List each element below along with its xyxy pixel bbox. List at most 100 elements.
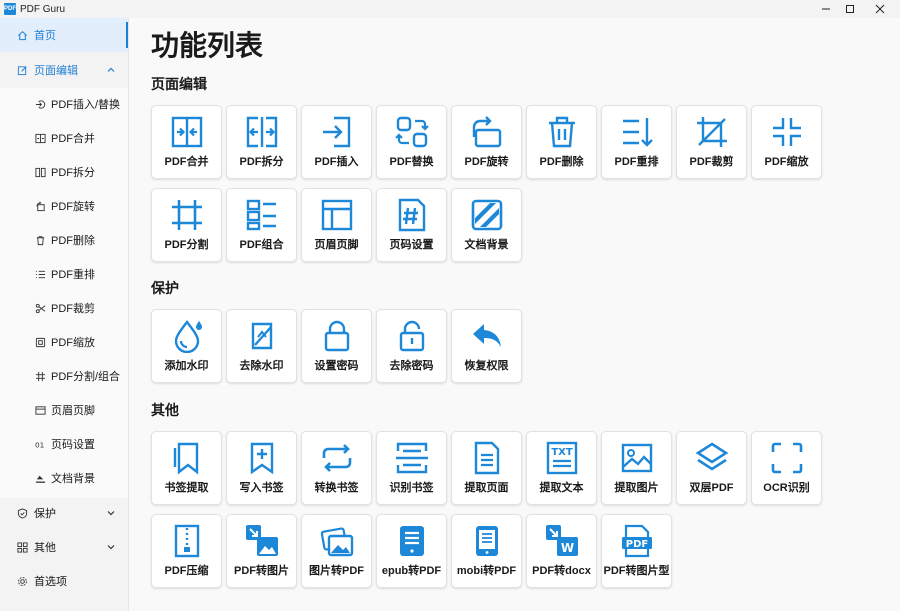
tool-label: 添加水印	[164, 360, 209, 372]
tool-pdf-to-image-pdf[interactable]: PDF PDF转图片型	[601, 514, 672, 588]
edit-icon	[17, 65, 28, 76]
tool-page-number[interactable]: 页码设置	[376, 188, 447, 262]
tool-label: PDF压缩	[164, 565, 209, 577]
tool-extract-text[interactable]: TXT 提取文本	[526, 431, 597, 505]
tool-document-background[interactable]: 文档背景	[451, 188, 522, 262]
sidebar-item-header-footer[interactable]: 页眉页脚	[0, 393, 128, 427]
tool-convert-bookmark[interactable]: 转换书签	[301, 431, 372, 505]
sidebar-item-merge[interactable]: PDF合并	[0, 121, 128, 155]
tool-label: 页码设置	[389, 239, 434, 251]
sidebar-item-label: 文档背景	[51, 473, 95, 485]
tool-bookmark-extract[interactable]: 书签提取	[151, 431, 222, 505]
split-icon	[35, 167, 46, 178]
ebook-icon	[395, 524, 429, 558]
tool-recognize-bookmark[interactable]: 识别书签	[376, 431, 447, 505]
svg-text:01: 01	[35, 440, 44, 449]
tool-dual-layer-pdf[interactable]: 双层PDF	[676, 431, 747, 505]
tool-image-to-pdf[interactable]: 图片转PDF	[301, 514, 372, 588]
tool-remove-watermark[interactable]: 去除水印	[226, 309, 297, 383]
chevron-down-icon	[107, 511, 115, 516]
main-content: 功能列表 页面编辑 PDF合并 PDF拆分 PDF插入 PDF替换 PDF旋转 …	[128, 18, 900, 611]
merge-icon	[35, 133, 46, 144]
tool-pdf-combine[interactable]: PDF组合	[226, 188, 297, 262]
scan-icon	[395, 441, 429, 475]
unlock-icon	[395, 319, 429, 353]
sidebar-item-scale[interactable]: PDF缩放	[0, 325, 128, 359]
tool-pdf-scale[interactable]: PDF缩放	[751, 105, 822, 179]
tool-extract-page[interactable]: 提取页面	[451, 431, 522, 505]
tool-mobi-to-pdf[interactable]: mobi转PDF	[451, 514, 522, 588]
tool-label: PDF缩放	[764, 156, 809, 168]
grid-icon	[245, 198, 279, 232]
sidebar-item-rotate[interactable]: PDF旋转	[0, 189, 128, 223]
tool-pdf-to-image[interactable]: PDF转图片	[226, 514, 297, 588]
tool-label: 双层PDF	[689, 482, 734, 494]
sidebar-item-home[interactable]: 首页	[0, 18, 128, 52]
sidebar-item-label: PDF插入/替换	[51, 99, 121, 111]
gear-icon	[17, 576, 28, 587]
tool-extract-image[interactable]: 提取图片	[601, 431, 672, 505]
sidebar-item-label: PDF删除	[51, 235, 95, 247]
sidebar-item-page-edit[interactable]: 页面编辑	[0, 53, 128, 87]
tool-label: 书签提取	[164, 482, 209, 494]
sidebar-item-label: PDF分割/组合	[51, 371, 121, 383]
sidebar-item-split-combine[interactable]: PDF分割/组合	[0, 359, 128, 393]
app-title: PDF Guru	[20, 3, 66, 15]
sidebar-item-protect[interactable]: 保护	[0, 496, 128, 530]
tool-pdf-compress[interactable]: PDF压缩	[151, 514, 222, 588]
sidebar-item-reorder[interactable]: PDF重排	[0, 257, 128, 291]
sidebar-item-background[interactable]: 文档背景	[0, 461, 128, 495]
chevron-up-icon	[107, 67, 115, 72]
background-icon	[35, 473, 46, 484]
tool-label: PDF合并	[164, 156, 209, 168]
mobile-book-icon	[470, 524, 504, 558]
tool-pdf-delete[interactable]: PDF删除	[526, 105, 597, 179]
tool-header-footer[interactable]: 页眉页脚	[301, 188, 372, 262]
sidebar-item-label: 页眉页脚	[51, 405, 95, 417]
tool-pdf-divide[interactable]: PDF分割	[151, 188, 222, 262]
tool-pdf-replace[interactable]: PDF替换	[376, 105, 447, 179]
sidebar-item-preferences[interactable]: 首选项	[0, 564, 128, 598]
sidebar-item-split[interactable]: PDF拆分	[0, 155, 128, 189]
close-button[interactable]	[860, 0, 900, 18]
tool-label: 去除水印	[239, 360, 284, 372]
app-logo-icon: PDF	[4, 3, 16, 15]
merge-icon	[170, 115, 204, 149]
sidebar-item-label: PDF合并	[51, 133, 95, 145]
tool-pdf-reorder[interactable]: PDF重排	[601, 105, 672, 179]
tool-pdf-insert[interactable]: PDF插入	[301, 105, 372, 179]
tool-ocr[interactable]: OCR识别	[751, 431, 822, 505]
chevron-down-icon	[107, 545, 115, 550]
tool-write-bookmark[interactable]: 写入书签	[226, 431, 297, 505]
section-title-protect: 保护	[151, 280, 179, 296]
tool-pdf-crop[interactable]: PDF裁剪	[676, 105, 747, 179]
tool-remove-password[interactable]: 去除密码	[376, 309, 447, 383]
tool-label: PDF旋转	[464, 156, 509, 168]
rotate-icon	[470, 115, 504, 149]
sidebar-item-crop[interactable]: PDF裁剪	[0, 291, 128, 325]
sidebar-item-other[interactable]: 其他	[0, 530, 128, 564]
tool-set-password[interactable]: 设置密码	[301, 309, 372, 383]
tool-pdf-rotate[interactable]: PDF旋转	[451, 105, 522, 179]
tool-label: 去除密码	[389, 360, 434, 372]
sidebar-item-page-number[interactable]: 01 页码设置	[0, 427, 128, 461]
zip-file-icon	[170, 524, 204, 558]
sidebar: 首页 页面编辑 PDF插入/替换 PDF合并 PDF拆分 PDF旋转 PDF删除…	[0, 18, 128, 611]
tool-restore-permission[interactable]: 恢复权限	[451, 309, 522, 383]
sidebar-item-label: 页面编辑	[34, 65, 78, 77]
tool-pdf-split[interactable]: PDF拆分	[226, 105, 297, 179]
image-icon	[620, 441, 654, 475]
tool-add-watermark[interactable]: 添加水印	[151, 309, 222, 383]
sidebar-item-label: 页码设置	[51, 439, 95, 451]
txt-file-icon: TXT	[545, 441, 579, 475]
tool-epub-to-pdf[interactable]: epub转PDF	[376, 514, 447, 588]
title-bar: PDF PDF Guru	[0, 0, 900, 18]
sidebar-item-insert-replace[interactable]: PDF插入/替换	[0, 87, 128, 121]
lock-icon	[320, 319, 354, 353]
tool-pdf-to-docx[interactable]: W PDF转docx	[526, 514, 597, 588]
sidebar-item-delete[interactable]: PDF删除	[0, 223, 128, 257]
replace-icon	[394, 115, 429, 149]
pdf-file-icon: PDF	[620, 524, 654, 558]
tool-label: PDF删除	[539, 156, 584, 168]
tool-pdf-merge[interactable]: PDF合并	[151, 105, 222, 179]
